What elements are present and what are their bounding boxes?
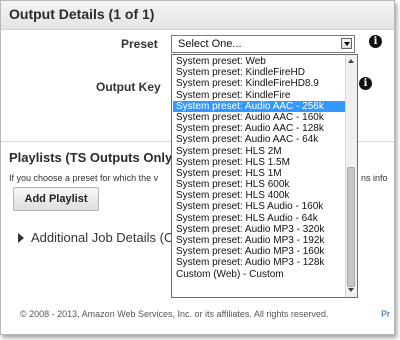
info-icon[interactable]: i xyxy=(359,77,372,90)
preset-label: Preset xyxy=(121,37,158,51)
section-header: Output Details (1 of 1) xyxy=(1,1,394,30)
dropdown-option[interactable]: System preset: HLS Audio - 64k xyxy=(173,213,345,224)
dropdown-option[interactable]: System preset: Audio MP3 - 128k xyxy=(173,257,345,268)
dropdown-scrollbar[interactable] xyxy=(345,55,357,297)
footer-link[interactable]: Pr xyxy=(381,309,390,319)
preset-dropdown-list[interactable]: System preset: Web System preset: KindleF… xyxy=(171,54,358,298)
section-title: Output Details (1 of 1) xyxy=(9,6,155,22)
add-playlist-button[interactable]: Add Playlist xyxy=(13,187,99,211)
playlists-title: Playlists (TS Outputs Only xyxy=(9,150,173,165)
dropdown-option[interactable]: System preset: HLS 400k xyxy=(173,190,345,201)
dropdown-option[interactable]: System preset: Audio AAC - 128k xyxy=(173,123,345,134)
dropdown-option[interactable]: Custom (Web) - Custom xyxy=(173,269,345,280)
dropdown-option[interactable]: System preset: Audio AAC - 160k xyxy=(173,112,345,123)
dropdown-option[interactable]: System preset: HLS 1.5M xyxy=(173,157,345,168)
dropdown-option[interactable]: System preset: KindleFire xyxy=(173,90,345,101)
dropdown-option[interactable]: System preset: Audio AAC - 256k xyxy=(173,100,345,112)
dropdown-option[interactable]: System preset: Web xyxy=(173,56,345,67)
preset-options: System preset: Web System preset: KindleF… xyxy=(173,56,345,280)
output-details-panel: Output Details (1 of 1) Preset Select On… xyxy=(0,0,395,335)
preset-select[interactable]: Select One... xyxy=(171,35,355,53)
expand-triangle-icon[interactable] xyxy=(18,233,24,243)
info-icon[interactable]: i xyxy=(369,35,382,48)
dropdown-option[interactable]: System preset: Audio MP3 - 320k xyxy=(173,224,345,235)
dropdown-option[interactable]: System preset: HLS Audio - 160k xyxy=(173,201,345,212)
dropdown-option[interactable]: System preset: HLS 1M xyxy=(173,168,345,179)
chevron-down-icon[interactable] xyxy=(341,38,352,49)
scroll-up-arrow-icon[interactable] xyxy=(347,57,356,66)
dropdown-option[interactable]: System preset: KindleFireHD xyxy=(173,67,345,78)
dropdown-option[interactable]: System preset: Audio AAC - 64k xyxy=(173,134,345,145)
output-key-label: Output Key xyxy=(96,80,161,94)
dropdown-option[interactable]: System preset: HLS 600k xyxy=(173,179,345,190)
scroll-down-arrow-icon[interactable] xyxy=(347,286,356,295)
additional-job-details-toggle[interactable]: Additional Job Details (O xyxy=(31,230,174,245)
dropdown-option[interactable]: System preset: Audio MP3 - 160k xyxy=(173,246,345,257)
scrollbar-thumb[interactable] xyxy=(347,167,355,287)
dropdown-option[interactable]: System preset: Audio MP3 - 192k xyxy=(173,235,345,246)
preset-select-value: Select One... xyxy=(178,38,242,50)
dropdown-option[interactable]: System preset: HLS 2M xyxy=(173,146,345,157)
footer-copyright: © 2008 - 2013, Amazon Web Services, Inc.… xyxy=(20,309,329,319)
playlists-help-text-tail: ns info xyxy=(361,173,388,183)
dropdown-option[interactable]: System preset: KindleFireHD8.9 xyxy=(173,78,345,89)
playlists-help-text: If you choose a preset for which the v xyxy=(9,173,159,183)
